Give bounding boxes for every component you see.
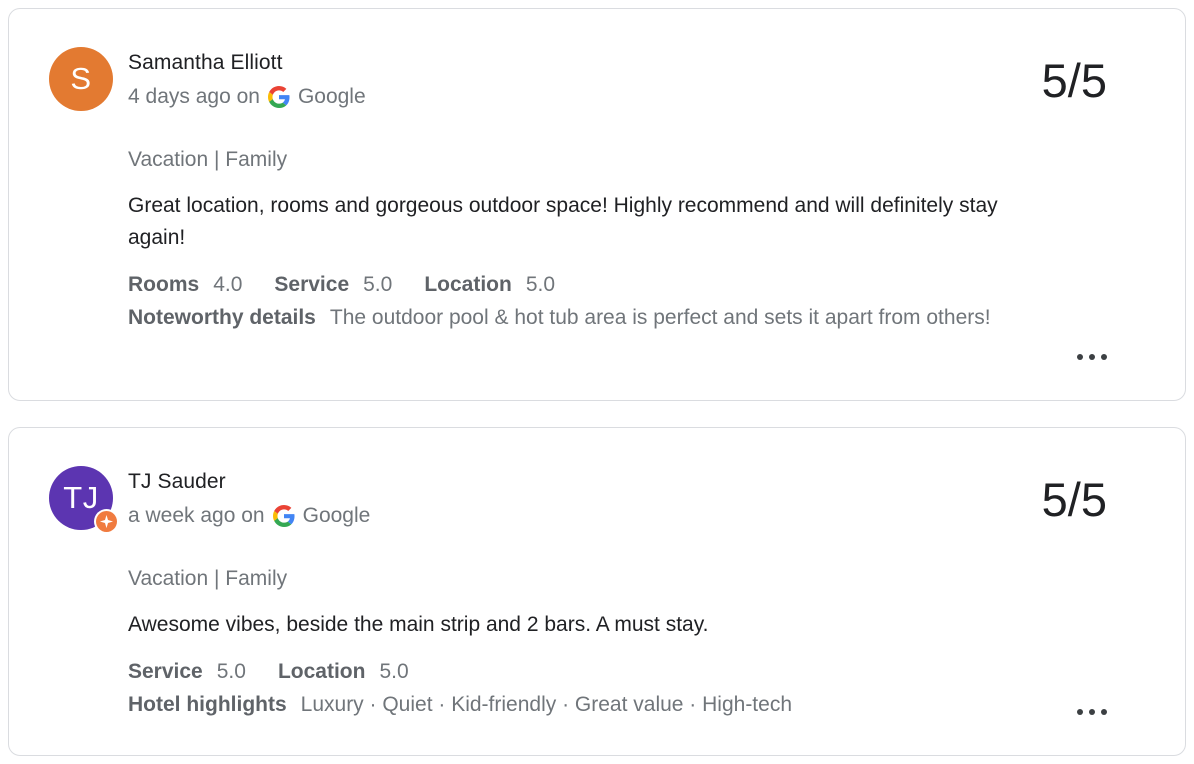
review-text: Great location, rooms and gorgeous outdo… [128,194,998,249]
dot [1101,709,1107,715]
rating-location: Location 5.0 [278,660,409,684]
detail-label: Hotel highlights [128,693,287,716]
avatar[interactable]: S [49,47,113,111]
google-logo-icon [267,86,290,108]
rating-value: 5.0 [379,660,409,683]
avatar[interactable]: TJ [49,466,119,534]
rating-value: 4.0 [213,273,243,296]
review-source: Google [302,504,371,527]
noteworthy-details: Noteworthy details The outdoor pool & hot… [128,302,1028,334]
dot [1077,354,1083,360]
detail-value: The outdoor pool & hot tub area is perfe… [329,306,991,329]
local-guide-star-icon [96,511,117,532]
reviewer-name[interactable]: TJ Sauder [128,470,226,494]
avatar-initial: TJ [63,480,99,515]
review-meta: 4 days ago on Google [128,85,366,109]
review-score: 5/5 [1041,54,1107,107]
detail-label: Noteworthy details [128,306,316,329]
dot [1089,354,1095,360]
trip-type: Vacation | Family [128,567,288,590]
review-card: TJ TJ Sauder a week ago on Google 5/5 Va… [8,427,1186,756]
more-options-button[interactable] [1077,345,1107,369]
rating-service: Service 5.0 [274,273,392,297]
local-guide-badge [94,509,119,534]
detail-value: Luxury · Quiet · Kid-friendly · Great va… [300,693,793,716]
review-time: 4 days ago on [128,85,260,108]
rating-label: Rooms [128,273,200,296]
google-logo-icon [272,505,295,527]
review-card: S Samantha Elliott 4 days ago on Google … [8,8,1186,401]
hotel-highlights: Hotel highlights Luxury · Quiet · Kid-fri… [128,689,1028,721]
more-options-button[interactable] [1077,700,1107,724]
ratings-row: Rooms 4.0 Service 5.0 Location 5.0 [128,273,555,297]
review-time: a week ago on [128,504,265,527]
rating-label: Service [274,273,350,296]
dot [1089,709,1095,715]
ratings-row: Service 5.0 Location 5.0 [128,660,409,684]
rating-value: 5.0 [525,273,556,296]
rating-label: Location [277,660,366,683]
review-text: Awesome vibes, beside the main strip and… [128,613,709,636]
rating-location: Location 5.0 [424,273,555,297]
rating-label: Location [424,273,512,296]
trip-type: Vacation | Family [128,148,288,171]
review-source: Google [297,85,366,108]
avatar-initial: S [70,61,92,96]
rating-service: Service 5.0 [128,660,246,684]
dot [1101,354,1107,360]
dot [1077,709,1083,715]
rating-rooms: Rooms 4.0 [128,273,242,297]
rating-value: 5.0 [216,660,246,683]
reviewer-name[interactable]: Samantha Elliott [128,51,283,75]
rating-label: Service [128,660,203,683]
rating-value: 5.0 [363,273,393,296]
review-score: 5/5 [1041,473,1107,526]
review-meta: a week ago on Google [128,504,370,528]
